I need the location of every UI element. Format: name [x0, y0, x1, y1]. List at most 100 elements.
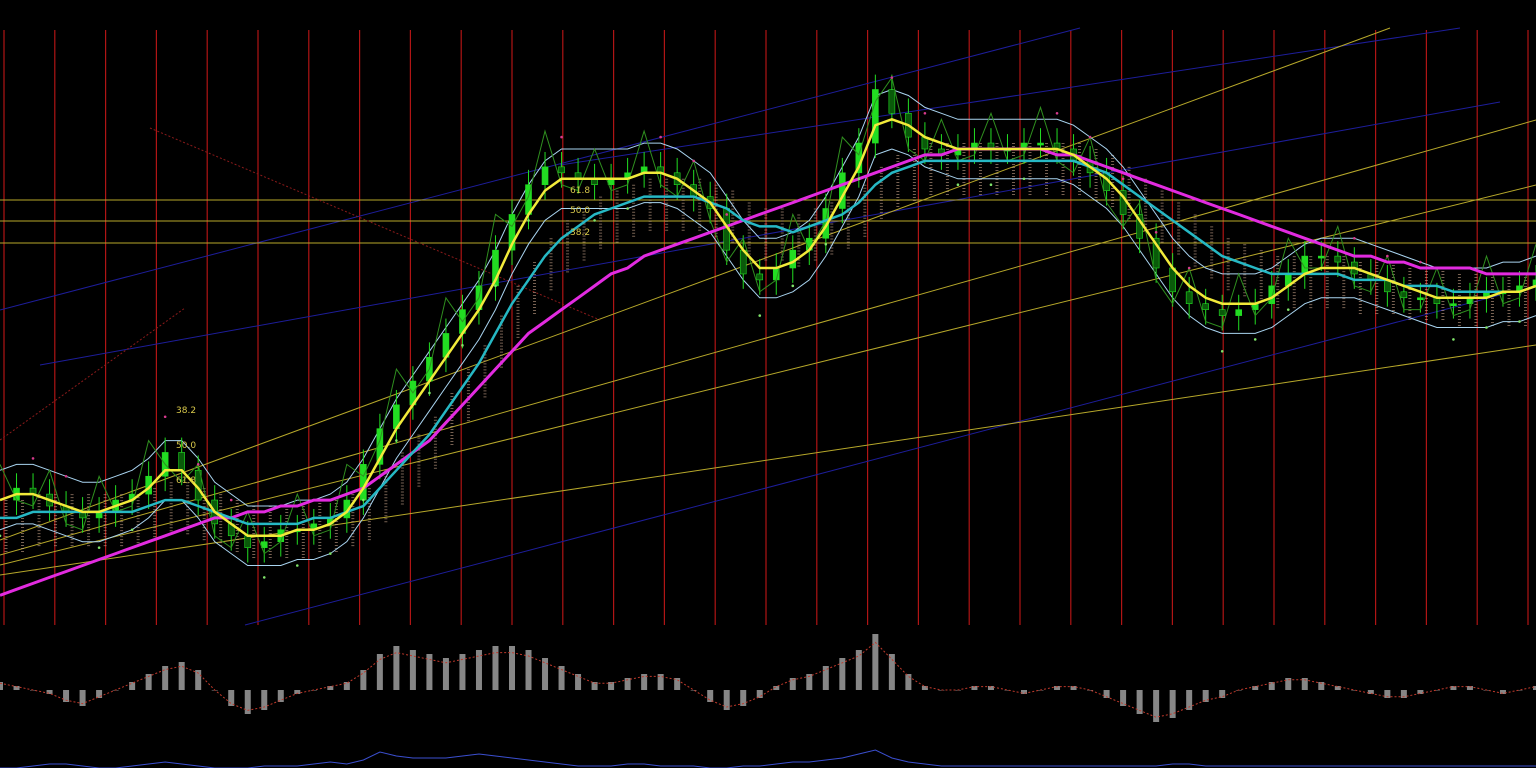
psar-dot: [1121, 177, 1125, 181]
candle-body: [888, 89, 896, 114]
chart-window: 38.2 50.0 61.8 61.8 50.0 38.2: [0, 0, 1536, 768]
psar-dot: [659, 135, 662, 139]
trend-line: [0, 119, 1536, 556]
psar-dot: [956, 183, 960, 186]
psar-dot: [329, 552, 332, 555]
volume-indicator: [0, 749, 1536, 768]
psar-dot: [824, 242, 828, 246]
psar-dot: [725, 213, 729, 216]
psar-dot: [1386, 254, 1389, 258]
candle-body: [541, 166, 549, 186]
psar-dot: [1187, 266, 1191, 270]
histogram-bar: [228, 690, 235, 706]
candle-body: [244, 535, 252, 548]
histogram-bar: [1120, 690, 1127, 706]
trend-line: [0, 344, 1536, 576]
psar-dot: [1286, 308, 1290, 311]
candle-body: [872, 89, 879, 144]
psar-dot: [890, 76, 894, 79]
bollinger-bands: [0, 88, 1536, 566]
psar-dot: [1088, 135, 1092, 139]
histogram-bar: [905, 674, 912, 690]
psar-dot: [196, 463, 200, 466]
fib-label: 50.0: [176, 441, 196, 451]
psar-dot: [1055, 112, 1059, 115]
mid-moving-average: [0, 159, 1536, 526]
histogram-bar: [96, 690, 103, 698]
histogram-bar: [277, 690, 284, 702]
candle-body: [178, 452, 185, 471]
psar-dot: [1253, 338, 1257, 341]
psar-dot: [295, 564, 299, 567]
psar-dot: [362, 498, 365, 502]
psar-dot: [758, 314, 762, 317]
histogram-bar: [707, 690, 714, 702]
candle-body: [1218, 309, 1226, 316]
histogram-bar: [855, 650, 862, 690]
psar-dot: [626, 207, 629, 210]
psar-dot: [1319, 219, 1323, 222]
psar-dot: [593, 219, 596, 222]
lagging-span-line: [0, 76, 1536, 555]
parabolic-sar: [0, 76, 1521, 579]
psar-dot: [461, 344, 464, 347]
histogram-bar: [822, 666, 829, 690]
psar-dot: [31, 457, 35, 460]
volume-line: [0, 749, 1536, 768]
psar-dot: [560, 135, 563, 139]
psar-dot: [1022, 177, 1026, 181]
macd-histogram: [0, 634, 1536, 722]
psar-dot: [262, 576, 266, 579]
candle-body: [1317, 255, 1325, 259]
psar-dot: [97, 546, 101, 549]
psar-dot: [395, 439, 398, 442]
psar-dot: [1452, 338, 1455, 341]
psar-dot: [1154, 231, 1158, 234]
histogram-bar: [756, 690, 763, 698]
fib-label: 38.2: [570, 228, 590, 238]
psar-dot: [64, 474, 68, 478]
psar-dot: [857, 177, 861, 181]
psar-dot: [163, 415, 167, 419]
psar-dot: [1518, 320, 1521, 323]
candle-body: [260, 541, 268, 548]
histogram-bar: [888, 654, 895, 690]
candle-body: [1450, 303, 1457, 307]
candle-body: [756, 273, 764, 281]
psar-dot: [989, 183, 993, 186]
candle-body: [1235, 309, 1243, 316]
psar-dot: [1419, 260, 1422, 264]
fib-label: 50.0: [570, 206, 590, 216]
indicator-lines: [0, 76, 1536, 597]
psar-dot: [527, 219, 530, 222]
trend-line: [244, 294, 1501, 626]
histogram-bar: [129, 682, 136, 690]
psar-dot: [1220, 350, 1224, 353]
psar-dot: [0, 534, 2, 538]
histogram-bar: [542, 658, 549, 690]
price-chart: 38.2 50.0 61.8 61.8 50.0 38.2: [0, 27, 1536, 768]
histogram-bar: [360, 670, 367, 690]
psar-dot: [692, 159, 695, 163]
psar-dot: [1353, 236, 1356, 240]
psar-dot: [130, 528, 134, 532]
candle-body: [1417, 297, 1424, 301]
psar-dot: [494, 284, 497, 288]
candle-body: [1334, 255, 1342, 263]
psar-dot: [428, 391, 431, 395]
trend-line: [0, 184, 1536, 566]
candle-body: [1400, 291, 1408, 299]
trend-line: [39, 101, 1501, 366]
candle-body: [1037, 142, 1044, 146]
psar-dot: [923, 112, 927, 115]
fast-moving-average: [0, 117, 1536, 538]
trend-line: [0, 307, 186, 441]
fib-label: 61.8: [176, 476, 196, 486]
psar-dot: [791, 284, 795, 288]
psar-dot: [1485, 326, 1488, 329]
psar-dot: [229, 498, 233, 502]
candle-body: [1185, 291, 1193, 304]
candle-body: [1202, 303, 1209, 310]
fib-label: 38.2: [176, 406, 196, 416]
candlesticks: [13, 74, 1536, 563]
